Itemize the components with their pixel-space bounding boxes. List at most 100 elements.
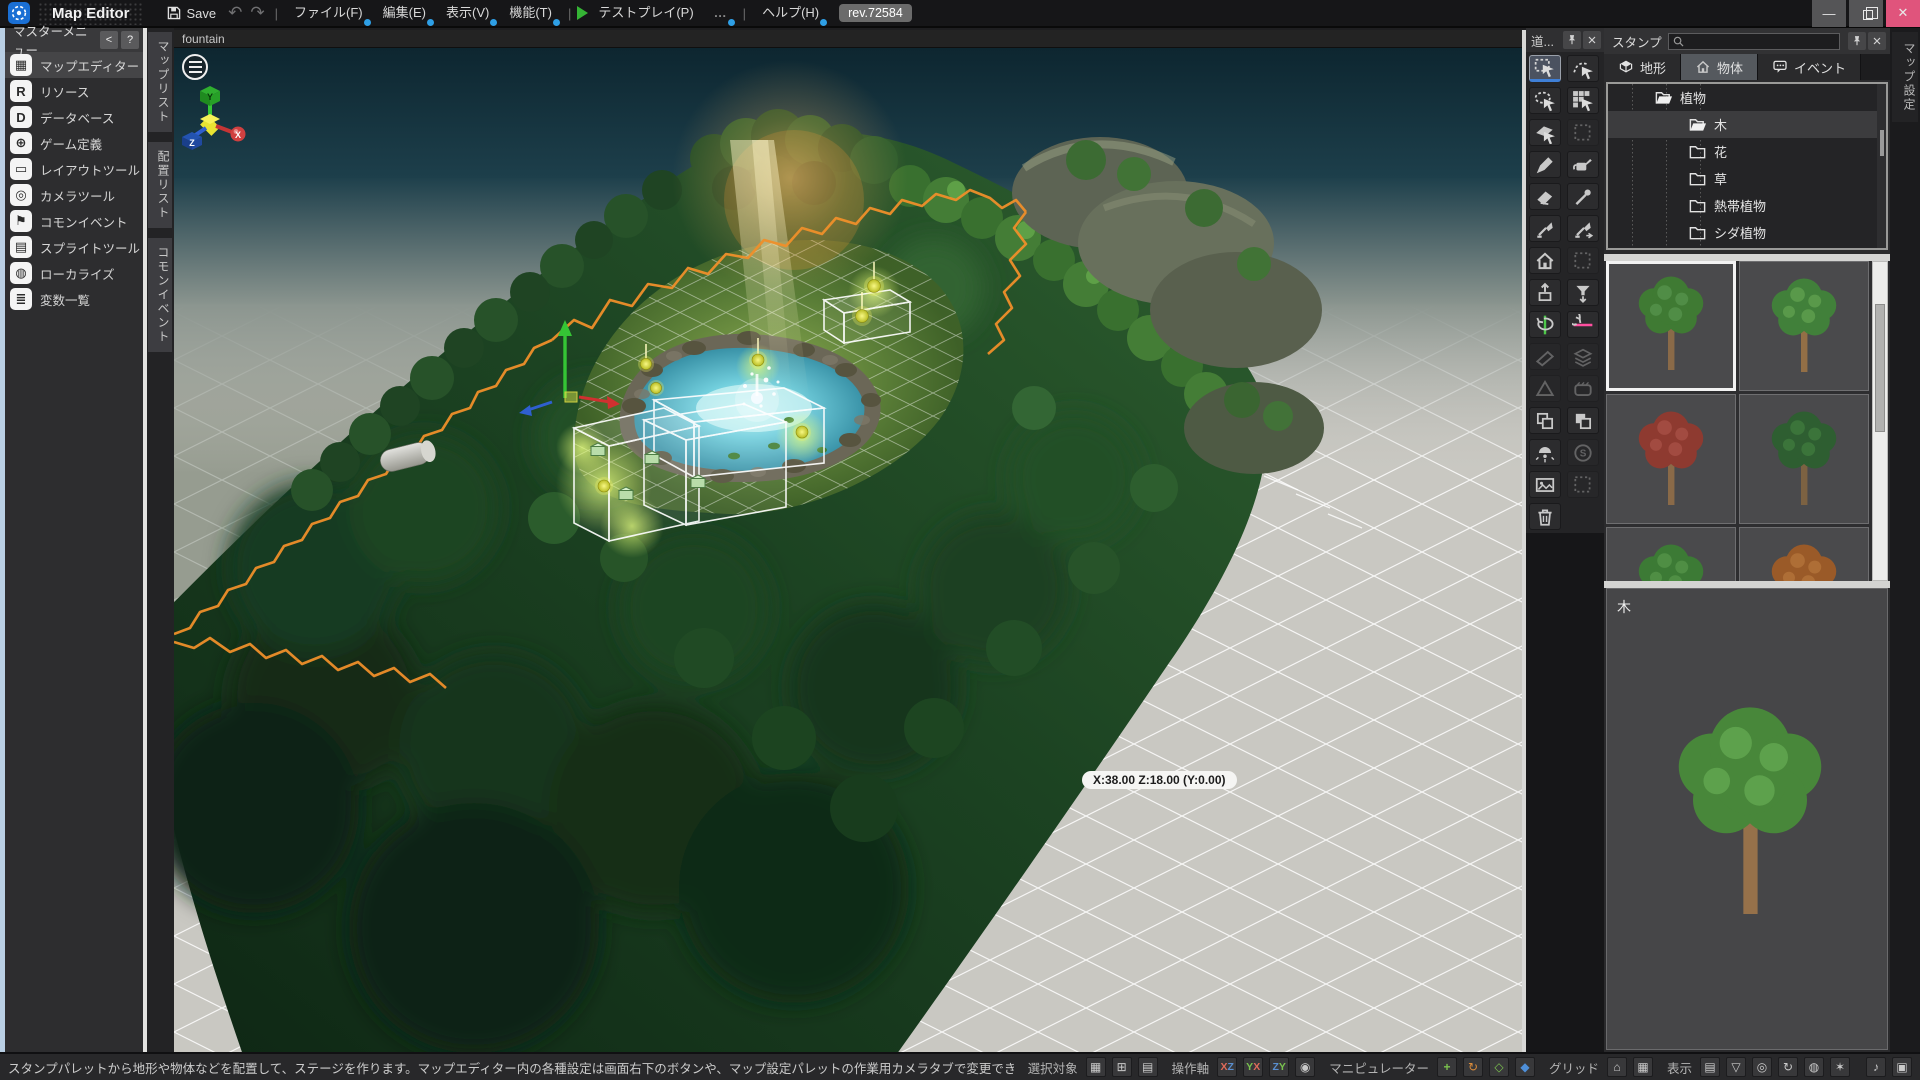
pen-tool[interactable] [1529, 151, 1561, 178]
tree-node-flower[interactable]: 花 [1608, 138, 1886, 165]
tree-node-fern[interactable]: シダ植物 [1608, 219, 1886, 246]
tab-map-settings[interactable]: マップ設定 [1892, 32, 1918, 122]
eyedropper-tool[interactable] [1567, 183, 1599, 210]
menu-testplay[interactable]: テストプレイ(P) [588, 0, 703, 27]
rect-select-tool[interactable] [1529, 55, 1561, 82]
menu-file[interactable]: ファイル(F) [284, 0, 373, 27]
minimize-button[interactable]: — [1812, 0, 1846, 27]
tab-common-event[interactable]: コモンイベント [148, 238, 172, 352]
thumbnail-scrollbar[interactable] [1872, 261, 1888, 581]
sidebar-item-camera-tool[interactable]: ◎カメラツール [5, 182, 143, 208]
redo-button[interactable]: ↷ [246, 3, 268, 23]
help-button[interactable]: ? [121, 31, 139, 49]
axis-lock-icon[interactable]: ◉ [1295, 1057, 1315, 1077]
globe-icon[interactable]: ◍ [1804, 1057, 1824, 1077]
menu-edit[interactable]: 編集(E) [373, 0, 436, 27]
filter-icon[interactable]: ▽ [1726, 1057, 1746, 1077]
axis-yx-button[interactable]: YX [1243, 1057, 1263, 1077]
viewport-menu-icon[interactable] [182, 54, 208, 80]
tab-event[interactable]: イベント [1758, 54, 1861, 80]
sidebar-item-sprite-tool[interactable]: ▤スプライトツール [5, 234, 143, 260]
polyline-select-tool[interactable] [1567, 55, 1599, 82]
tools-icon[interactable]: ✶ [1830, 1057, 1850, 1077]
lasso-select-tool[interactable] [1529, 87, 1561, 114]
stamp-thumb-tree-orange[interactable] [1739, 527, 1869, 581]
tree-node-tree[interactable]: 木 [1608, 111, 1886, 138]
menu-function[interactable]: 機能(T) [499, 0, 562, 27]
terrain-select-icon[interactable]: ▤ [1138, 1057, 1158, 1077]
snap-tool-icon[interactable]: ◆ [1515, 1057, 1535, 1077]
stamp-thumb-tree-2[interactable] [1739, 261, 1869, 391]
raise-terrain-tool[interactable] [1529, 279, 1561, 306]
undo-button[interactable]: ↶ [224, 3, 246, 23]
stamp-thumb-tree-red[interactable] [1606, 394, 1736, 524]
sidebar-item-map-editor[interactable]: ▦マップエディター [5, 52, 143, 78]
sidebar-item-localize[interactable]: ◍ローカライズ [5, 260, 143, 286]
shovel-tool[interactable] [1529, 215, 1561, 242]
coin-tool[interactable] [1567, 439, 1599, 466]
search-input[interactable] [1685, 34, 1836, 48]
refresh-icon[interactable]: ↻ [1778, 1057, 1798, 1077]
home-grid-icon[interactable]: ⌂ [1607, 1057, 1627, 1077]
stamp-thumb-tree-dark[interactable] [1739, 394, 1869, 524]
terrain-move-tool[interactable] [1567, 215, 1599, 242]
lower-terrain-tool[interactable] [1567, 279, 1599, 306]
axis-zy-button[interactable]: ZY [1269, 1057, 1289, 1077]
region-select-tool[interactable] [1567, 119, 1599, 146]
stamp-thumb-tree-1[interactable] [1606, 261, 1736, 391]
menu-view[interactable]: 表示(V) [436, 0, 499, 27]
close-icon[interactable] [1868, 32, 1886, 50]
sound-icon[interactable]: ♪ [1866, 1057, 1886, 1077]
sidebar-item-layout-tool[interactable]: ▭レイアウトツール [5, 156, 143, 182]
move-tool-icon[interactable]: + [1437, 1057, 1457, 1077]
tree-node-grass[interactable]: 草 [1608, 165, 1886, 192]
viewport-tab-fountain[interactable]: fountain [174, 30, 1522, 48]
map-3d-viewport[interactable]: Y Z X X:38.00 Z:18.00 (Y:0.00) [174, 48, 1522, 1052]
watering-can-tool[interactable] [1567, 151, 1599, 178]
axis-xz-button[interactable]: XZ [1217, 1057, 1237, 1077]
rotate-y-tool[interactable] [1529, 311, 1561, 338]
sidebar-item-game-definition[interactable]: ⊕ゲーム定義 [5, 130, 143, 156]
layers-tool[interactable] [1567, 343, 1599, 370]
stamp-thumb-tree-3[interactable] [1606, 527, 1736, 581]
cone-tool[interactable] [1529, 375, 1561, 402]
panel-icon[interactable]: ▣ [1892, 1057, 1912, 1077]
tab-terrain[interactable]: 地形 [1604, 54, 1681, 80]
focus-icon[interactable]: ◎ [1752, 1057, 1772, 1077]
copy-tool[interactable] [1529, 407, 1561, 434]
close-button[interactable]: ✕ [1886, 0, 1920, 27]
stamp-select-icon[interactable]: ▦ [1086, 1057, 1106, 1077]
extra-tool[interactable] [1567, 471, 1599, 498]
box-tool[interactable] [1567, 375, 1599, 402]
pin-icon[interactable] [1563, 31, 1581, 49]
tab-object[interactable]: 物体 [1681, 54, 1758, 80]
tree-scroll-thumb[interactable] [1880, 130, 1884, 156]
sidebar-item-database[interactable]: Dデータベース [5, 104, 143, 130]
close-icon[interactable] [1583, 31, 1601, 49]
area-select-tool[interactable] [1567, 247, 1599, 274]
light-tool[interactable] [1529, 439, 1561, 466]
menu-help[interactable]: ヘルプ(H) [752, 0, 829, 27]
sidebar-item-variable-list[interactable]: ≣変数一覧 [5, 286, 143, 312]
stamp-search-box[interactable] [1668, 33, 1840, 50]
place-object-tool[interactable] [1529, 247, 1561, 274]
delete-tool[interactable] [1529, 503, 1561, 530]
save-button[interactable]: Save [158, 0, 225, 27]
eraser-tool[interactable] [1529, 183, 1561, 210]
stamp-splitter[interactable] [1604, 254, 1890, 261]
tree-node-tropical[interactable]: 熱帯植物 [1608, 192, 1886, 219]
tab-placement-list[interactable]: 配置リスト [148, 142, 172, 228]
thumbnail-scroll-thumb[interactable] [1875, 304, 1885, 432]
stamp-splitter-2[interactable] [1604, 581, 1890, 588]
orientation-gizmo[interactable]: Y Z X [182, 84, 250, 152]
sidebar-item-resource[interactable]: Rリソース [5, 78, 143, 104]
scale-tool-icon[interactable]: ◇ [1489, 1057, 1509, 1077]
paste-tool[interactable] [1567, 407, 1599, 434]
tree-scrollbar[interactable] [1877, 84, 1886, 248]
display-icon[interactable]: ▤ [1700, 1057, 1720, 1077]
collapse-button[interactable]: < [100, 31, 118, 49]
tab-map-list[interactable]: マップリスト [148, 32, 172, 132]
grid-toggle-icon[interactable]: ▦ [1633, 1057, 1653, 1077]
rotate-tool-icon[interactable]: ↻ [1463, 1057, 1483, 1077]
restore-button[interactable] [1849, 0, 1883, 27]
